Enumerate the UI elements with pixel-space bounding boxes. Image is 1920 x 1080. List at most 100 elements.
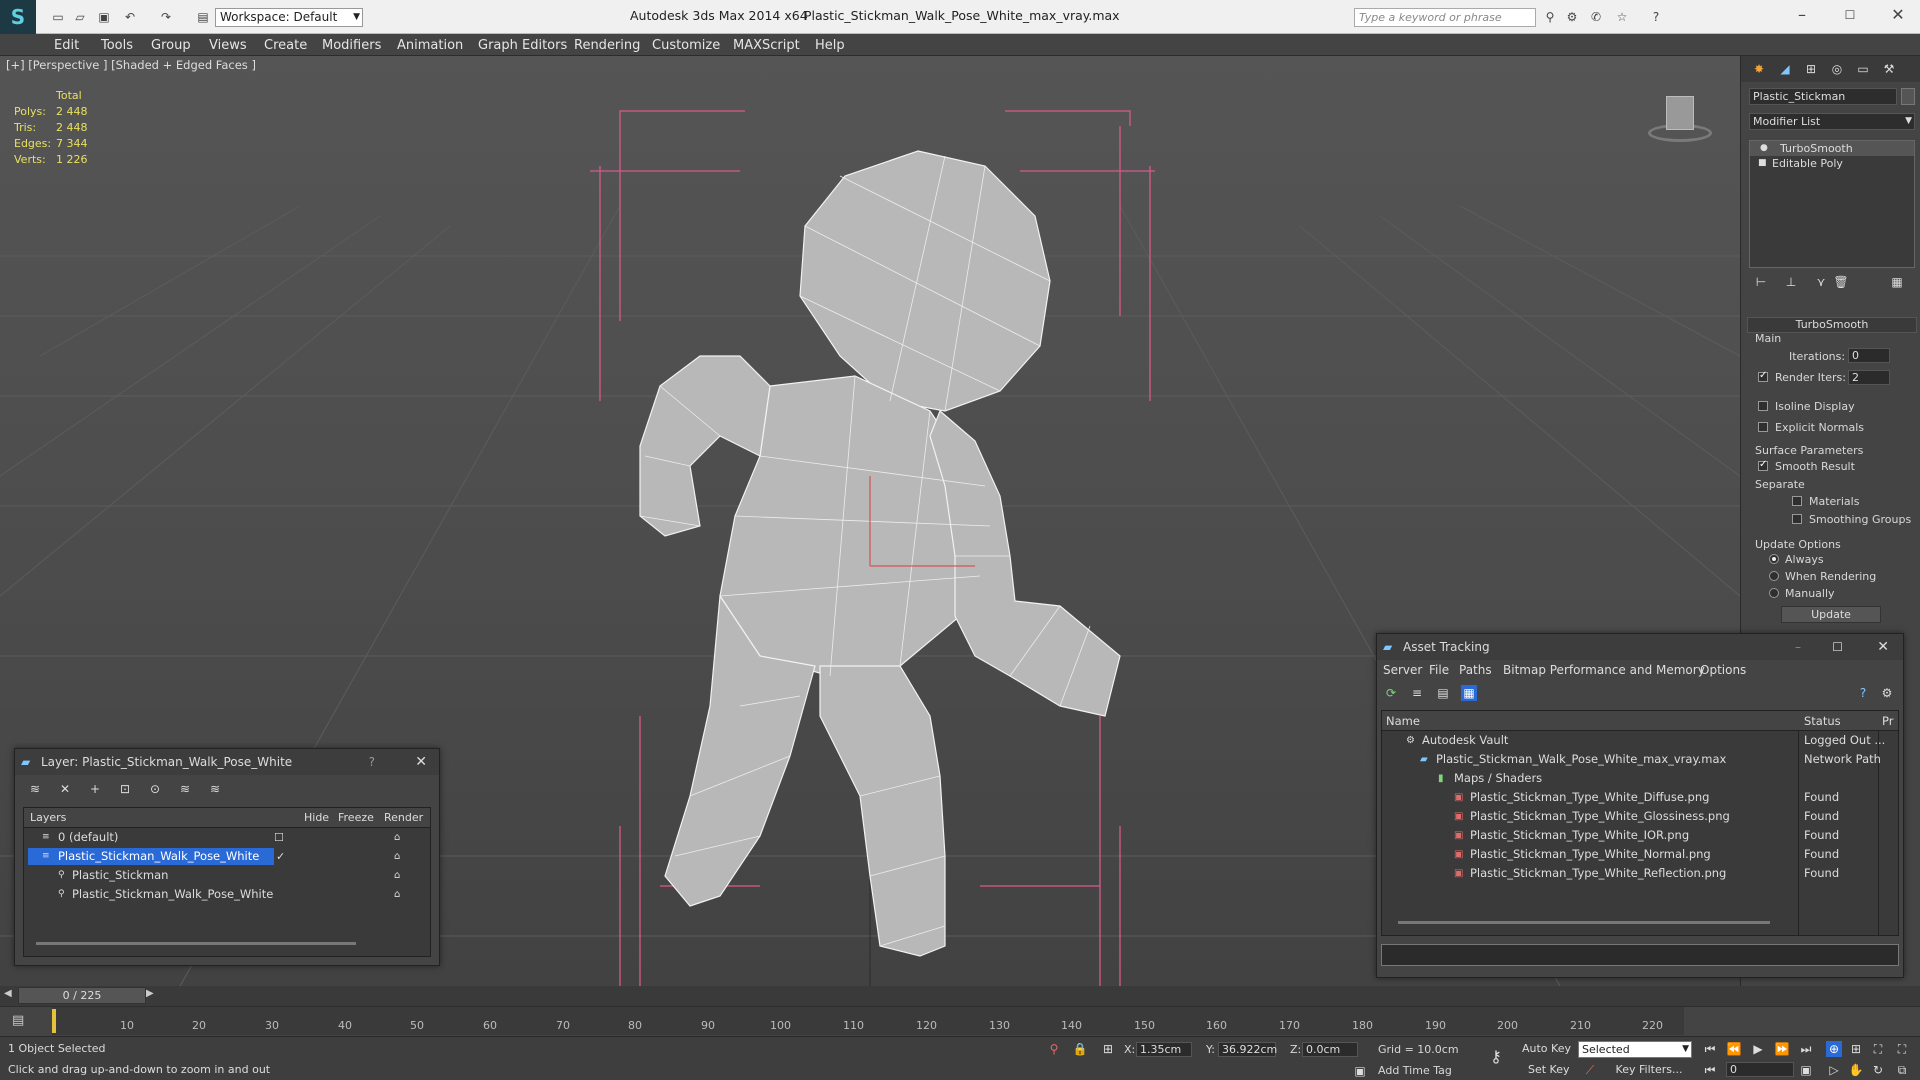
key-mode-toggle-icon[interactable]: ⏮ <box>1702 1062 1718 1078</box>
freeze-all-icon[interactable]: ≋ <box>207 781 223 797</box>
minimize-icon[interactable]: – <box>1794 7 1810 23</box>
viewport-label[interactable]: [+] [Perspective ] [Shaded + Edged Faces… <box>6 58 256 72</box>
close-icon[interactable]: ✕ <box>1877 634 1889 660</box>
z-coordinate[interactable]: 0.0cm <box>1302 1042 1358 1057</box>
asset-row[interactable]: ▣ Plastic_Stickman_Type_White_Normal.png F… <box>1382 845 1898 864</box>
subscription-icon[interactable]: ⚙ <box>1564 9 1580 25</box>
close-icon[interactable]: ✕ <box>415 749 427 775</box>
redo-icon[interactable]: ↷ <box>158 9 174 25</box>
play-icon[interactable]: ▶ <box>1750 1041 1766 1057</box>
absolute-mode-icon[interactable]: ⊞ <box>1100 1041 1116 1057</box>
zoom-icon[interactable]: ⊕ <box>1826 1041 1842 1057</box>
asset-path-field[interactable] <box>1381 944 1899 966</box>
menu-edit[interactable]: Edit <box>54 38 79 53</box>
asset-row[interactable]: ▮ Maps / Shaders <box>1382 769 1898 788</box>
pin-stack-icon[interactable]: ⊢ <box>1753 274 1769 290</box>
check-icon[interactable]: ✓ <box>276 847 285 866</box>
stack-item-editable-poly[interactable]: ■ Editable Poly <box>1750 156 1914 171</box>
asset-row[interactable]: ▰ Plastic_Stickman_Walk_Pose_White_max_vr… <box>1382 750 1898 769</box>
menu-options[interactable]: Options <box>1700 660 1746 680</box>
zoom-all-icon[interactable]: ⊞ <box>1848 1041 1864 1057</box>
search-box[interactable]: Type a keyword or phrase <box>1354 8 1536 27</box>
show-end-result-icon[interactable]: ⊥ <box>1783 274 1799 290</box>
hide-all-icon[interactable]: ≋ <box>177 781 193 797</box>
menu-rendering[interactable]: Rendering <box>574 38 640 53</box>
explicit-normals-checkbox[interactable] <box>1758 422 1768 432</box>
menu-animation[interactable]: Animation <box>397 38 463 53</box>
pan-icon[interactable]: ✋ <box>1848 1062 1864 1078</box>
tree-view-icon[interactable]: ▤ <box>1435 685 1451 701</box>
render-icon[interactable]: ⌂ <box>394 847 400 866</box>
auto-key-button[interactable]: Auto Key <box>1522 1041 1572 1057</box>
settings-icon[interactable]: ⚙ <box>1879 685 1895 701</box>
horizontal-scrollbar[interactable] <box>36 942 356 945</box>
app-logo-icon[interactable]: S <box>0 0 36 34</box>
menu-customize[interactable]: Customize <box>652 38 720 53</box>
col-pr[interactable]: Pr <box>1882 711 1893 731</box>
menu-help[interactable]: Help <box>815 38 845 53</box>
y-coordinate[interactable]: 36.922cm <box>1218 1042 1277 1057</box>
help-icon[interactable]: ? <box>1648 9 1664 25</box>
display-tab-icon[interactable]: ▭ <box>1855 61 1871 77</box>
asset-row[interactable]: ▣ Plastic_Stickman_Type_White_Diffuse.png… <box>1382 788 1898 807</box>
communication-icon[interactable]: ✆ <box>1588 9 1604 25</box>
col-layers[interactable]: Layers <box>30 808 66 828</box>
selection-set-dropdown[interactable]: Selected ▼ <box>1578 1041 1692 1058</box>
col-freeze[interactable]: Freeze <box>338 808 374 828</box>
add-time-tag[interactable]: Add Time Tag <box>1378 1064 1452 1077</box>
isoline-checkbox[interactable] <box>1758 401 1768 411</box>
binoculars-icon[interactable]: ⚲ <box>1542 9 1558 25</box>
menu-views[interactable]: Views <box>209 38 247 53</box>
motion-tab-icon[interactable]: ◎ <box>1829 61 1845 77</box>
zoom-extents-icon[interactable]: ⛶ <box>1870 1041 1886 1057</box>
layer-row-default[interactable]: ≡ 0 (default) ☐ ⌂ <box>24 828 430 847</box>
smoothing-groups-checkbox[interactable] <box>1792 514 1802 524</box>
asset-row[interactable]: ▣ Plastic_Stickman_Type_White_Reflection.… <box>1382 864 1898 883</box>
modifier-list-dropdown[interactable]: Modifier List ▼ <box>1749 113 1915 130</box>
render-icon[interactable]: ⌂ <box>394 885 400 904</box>
lock-selection-icon[interactable]: 🔒 <box>1072 1041 1088 1057</box>
object-name-field[interactable]: Plastic_Stickman <box>1749 88 1897 105</box>
asset-dialog-title[interactable]: ▰ Asset Tracking – ☐ ✕ <box>1377 634 1903 660</box>
smooth-result-checkbox[interactable] <box>1758 459 1768 471</box>
project-icon[interactable]: ▤ <box>195 9 211 25</box>
update-button[interactable]: Update <box>1781 606 1881 623</box>
layer-dialog-title[interactable]: ▰ Layer: Plastic_Stickman_Walk_Pose_Whit… <box>15 749 439 775</box>
time-slider-thumb[interactable]: 0 / 225 <box>18 987 146 1004</box>
always-radio[interactable] <box>1769 554 1779 564</box>
object-color-swatch[interactable] <box>1901 88 1915 105</box>
x-coordinate[interactable]: 1.35cm <box>1136 1042 1192 1057</box>
add-to-layer-icon[interactable]: + <box>87 781 103 797</box>
menu-create[interactable]: Create <box>264 38 307 53</box>
asset-row[interactable]: ▣ Plastic_Stickman_Type_White_Glossiness.… <box>1382 807 1898 826</box>
menu-server[interactable]: Server <box>1383 660 1422 680</box>
viewcube-icon[interactable] <box>1640 86 1720 146</box>
col-name[interactable]: Name <box>1386 711 1420 731</box>
help-icon[interactable]: ? <box>1855 685 1871 701</box>
goto-start-icon[interactable]: ⏮ <box>1702 1041 1718 1057</box>
open-icon[interactable]: ▱ <box>72 9 88 25</box>
time-slider[interactable]: ◀ 0 / 225 ▶ <box>0 986 1920 1006</box>
asset-row[interactable]: ⚙ Autodesk Vault Logged Out ... <box>1382 731 1898 750</box>
current-layer-icon[interactable]: ☐ <box>274 828 284 847</box>
list-view-icon[interactable]: ≡ <box>1409 685 1425 701</box>
current-frame-field[interactable]: 0 <box>1726 1062 1794 1077</box>
lightbulb-icon[interactable]: ● <box>1760 141 1768 156</box>
menu-paths[interactable]: Paths <box>1459 660 1492 680</box>
render-iters-spinner[interactable]: 2 <box>1848 370 1890 385</box>
modify-tab-icon[interactable]: ◢ <box>1777 61 1793 77</box>
maximize-icon[interactable]: ☐ <box>1832 634 1843 660</box>
save-icon[interactable]: ▣ <box>96 9 112 25</box>
menu-modifiers[interactable]: Modifiers <box>322 38 381 53</box>
remove-modifier-icon[interactable]: 🗑 <box>1833 274 1849 290</box>
next-frame-icon[interactable]: ▶ <box>146 988 154 999</box>
layer-row-object[interactable]: ⚲ Plastic_Stickman_Walk_Pose_White ⌂ <box>24 885 430 904</box>
minimize-icon[interactable]: – <box>1795 634 1801 660</box>
next-key-icon[interactable]: ⏩ <box>1774 1041 1790 1057</box>
close-icon[interactable]: ✕ <box>1890 7 1906 23</box>
turbosmooth-rollout-header[interactable]: TurboSmooth <box>1747 317 1917 333</box>
menu-group[interactable]: Group <box>151 38 191 53</box>
utilities-tab-icon[interactable]: ⚒ <box>1881 61 1897 77</box>
menu-graph-editors[interactable]: Graph Editors <box>478 38 567 53</box>
table-view-icon[interactable]: ▦ <box>1461 685 1477 701</box>
